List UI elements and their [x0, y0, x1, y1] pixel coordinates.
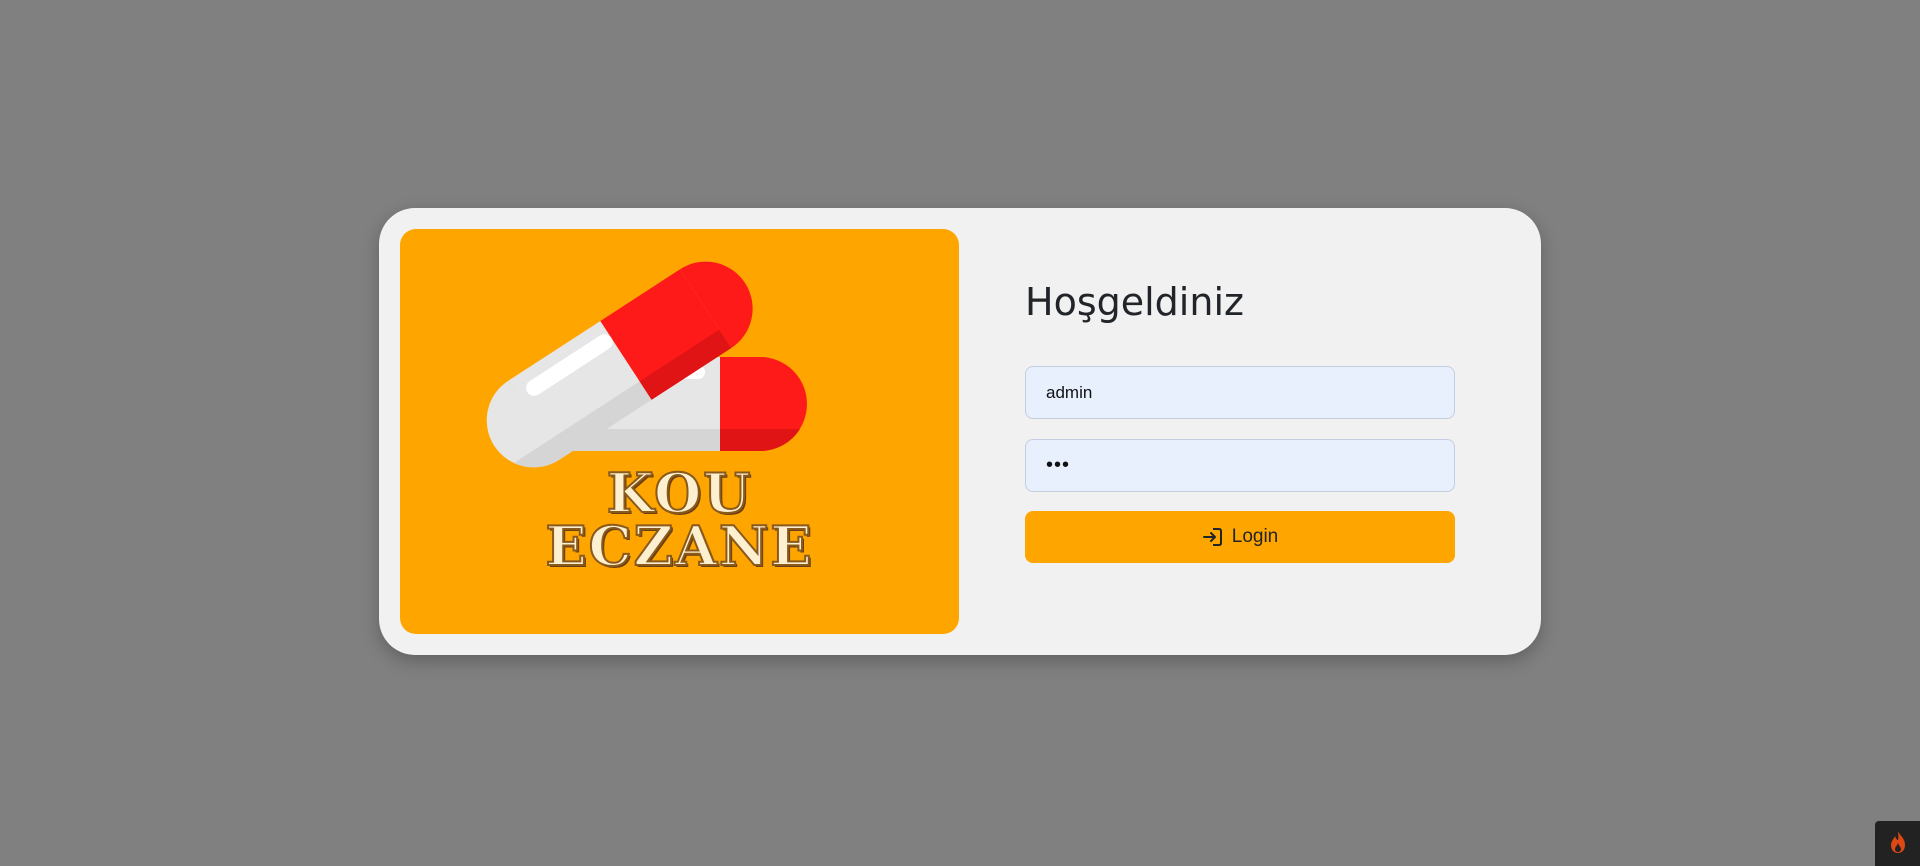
debug-toolbar-toggle[interactable] [1875, 821, 1920, 866]
sign-in-arrow-icon [1202, 526, 1224, 548]
login-button-label: Login [1231, 526, 1279, 547]
logo-panel: KOU ECZANE [400, 229, 959, 634]
password-input[interactable] [1025, 439, 1455, 492]
login-button[interactable]: Login [1025, 511, 1455, 563]
welcome-title: Hoşgeldiniz [1025, 280, 1244, 324]
logo-title-line1: KOU [606, 461, 753, 525]
login-form: Hoşgeldiniz Login [1025, 208, 1455, 655]
flame-icon [1887, 830, 1909, 858]
username-input[interactable] [1025, 366, 1455, 419]
logo-title-line2: ECZANE [545, 514, 814, 578]
login-card: KOU ECZANE Hoşgeldiniz Login [379, 208, 1541, 655]
